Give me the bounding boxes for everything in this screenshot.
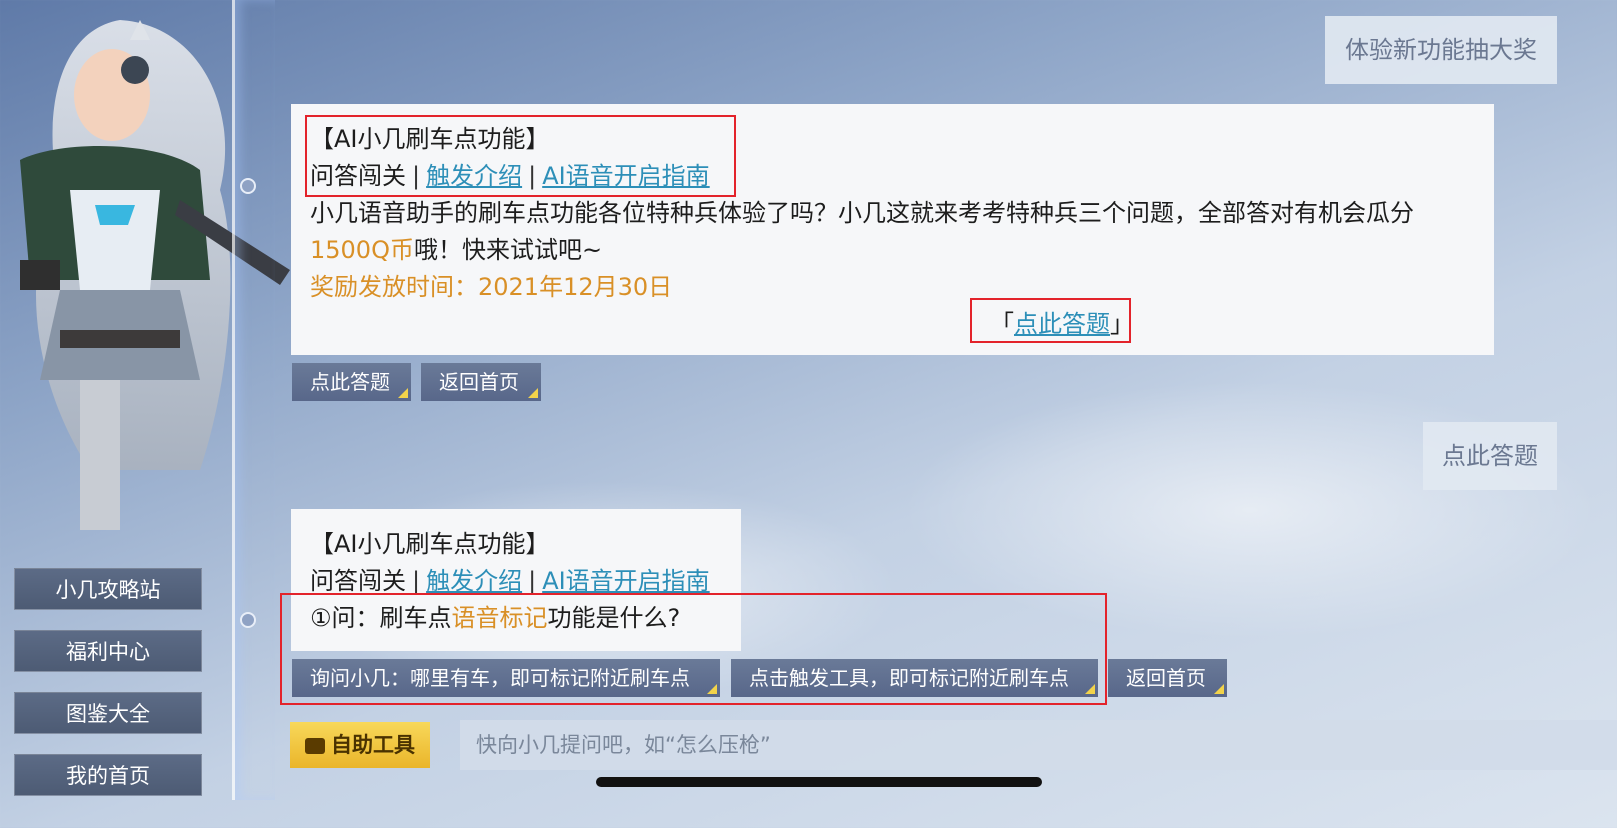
nav-separator: | [412,567,421,595]
side-menu-guide[interactable]: 小几攻略站 [14,568,202,610]
side-menu-gallery[interactable]: 图鉴大全 [14,692,202,734]
annotation-box [305,115,736,197]
coin-reward: 1500Q币 [310,236,414,264]
side-menu-welfare[interactable]: 福利中心 [14,630,202,672]
top-right-banner[interactable]: 体验新功能抽大奖 [1325,16,1557,84]
reward-time: 奖励发放时间：2021年12月30日 [310,273,673,301]
tool-button-label: 自助工具 [331,733,415,757]
user-message-text: 点此答题 [1442,442,1538,470]
banner-label: 体验新功能抽大奖 [1345,36,1537,64]
answer-link-row: 「点此答题」 [310,306,1475,343]
quick-reply-home[interactable]: 返回首页 [1108,659,1227,697]
toolbox-icon [305,738,325,754]
side-menu: 小几攻略站 福利中心 图鉴大全 我的首页 [14,568,202,816]
nav-qa: 问答闯关 [310,567,406,595]
annotation-box [280,593,1107,705]
chat-panel-frame [232,0,275,800]
message-title: 【AI小几刷车点功能】 [310,530,550,558]
message-body-2: 1500Q币哦！快来试试吧~ [310,232,1475,269]
side-menu-home[interactable]: 我的首页 [14,754,202,796]
user-message: 点此答题 [1423,422,1557,490]
frame-rivet [240,612,256,628]
self-service-tool-button[interactable]: 自助工具 [290,722,430,768]
frame-rivet [240,178,256,194]
input-toolbar: 自助工具 [276,708,1617,782]
message-body: 小几语音助手的刷车点功能各位特种兵体验了吗？小几这就来考考特种兵三个问题，全部答… [310,199,1414,227]
chat-input[interactable] [460,720,1617,770]
home-indicator[interactable] [596,777,1042,787]
annotation-box [970,298,1131,343]
body-rest: 哦！快来试试吧~ [413,236,603,264]
quick-reply-home[interactable]: 返回首页 [421,363,541,401]
nav-separator: | [528,567,537,595]
quick-reply-answer[interactable]: 点此答题 [292,363,411,401]
nav-voice-guide-link[interactable]: AI语音开启指南 [542,567,710,595]
nav-trigger-link[interactable]: 触发介绍 [426,567,522,595]
